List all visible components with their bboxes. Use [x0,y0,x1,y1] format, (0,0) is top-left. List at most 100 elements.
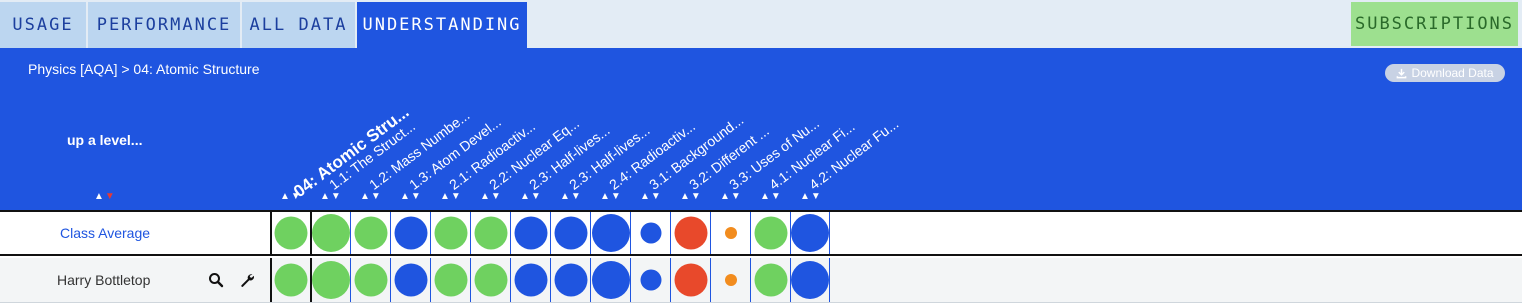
sort-down-icon[interactable]: ▼ [411,191,422,202]
sort-up-icon[interactable]: ▲ [280,191,291,202]
sort-up-icon[interactable]: ▲ [480,191,491,202]
column-sort-control[interactable]: ▲▼ [440,191,462,202]
understanding-dot-green[interactable] [474,263,507,297]
tab-usage[interactable]: USAGE [0,2,86,48]
understanding-dot-blue[interactable] [554,263,587,297]
understanding-dot-green[interactable] [354,263,387,297]
sort-up-icon[interactable]: ▲ [760,191,771,202]
understanding-dot-blue[interactable] [591,214,630,252]
grid-cell [550,212,590,254]
grid-cell [790,258,830,302]
column-sort-control[interactable]: ▲▼ [680,191,702,202]
wrench-icon[interactable] [239,272,255,288]
grid-cell [750,212,790,254]
sort-down-icon[interactable]: ▼ [491,191,502,202]
grid-cell [350,258,390,302]
understanding-dot-green[interactable] [434,216,467,250]
sort-down-icon[interactable]: ▼ [771,191,782,202]
understanding-dot-blue[interactable] [514,216,547,250]
download-icon [1397,68,1407,78]
name-sort-control[interactable]: ▲▼ [94,191,116,202]
sort-down-icon[interactable]: ▼ [105,191,116,202]
understanding-dot-blue[interactable] [554,216,587,250]
column-sort-control[interactable]: ▲▼ [760,191,782,202]
sort-up-icon[interactable]: ▲ [680,191,691,202]
table-row: Class Average [0,210,1522,256]
understanding-dot-blue[interactable] [791,261,829,299]
column-sort-control[interactable]: ▲▼ [600,191,622,202]
understanding-dot-red[interactable] [674,263,707,297]
grid-cell [590,258,630,302]
sort-down-icon[interactable]: ▼ [571,191,582,202]
sort-up-icon[interactable]: ▲ [400,191,411,202]
sort-down-icon[interactable]: ▼ [611,191,622,202]
sort-up-icon[interactable]: ▲ [800,191,811,202]
understanding-dot-green[interactable] [274,216,308,250]
sort-up-icon[interactable]: ▲ [640,191,651,202]
search-icon[interactable] [208,272,224,288]
sort-down-icon[interactable]: ▼ [531,191,542,202]
sort-up-icon[interactable]: ▲ [440,191,451,202]
download-data-button[interactable]: Download Data [1385,64,1505,82]
sort-up-icon[interactable]: ▲ [520,191,531,202]
understanding-dot-blue[interactable] [791,214,829,252]
grid-cell [430,212,470,254]
understanding-dot-red[interactable] [674,216,707,250]
understanding-dot-green[interactable] [354,216,387,250]
grid-cell [310,258,350,302]
understanding-dot-blue[interactable] [591,261,630,299]
column-sort-control[interactable]: ▲▼ [720,191,742,202]
sort-down-icon[interactable]: ▼ [331,191,342,202]
up-a-level-link[interactable]: up a level... [67,132,142,148]
understanding-dot-green[interactable] [474,216,507,250]
grid-cell [390,212,430,254]
understanding-dot-green[interactable] [274,263,308,297]
grid-cell [470,212,510,254]
sort-down-icon[interactable]: ▼ [451,191,462,202]
sort-down-icon[interactable]: ▼ [291,191,302,202]
sort-up-icon[interactable]: ▲ [360,191,371,202]
understanding-dot-blue[interactable] [394,216,427,250]
sort-up-icon[interactable]: ▲ [94,191,105,202]
tab-understanding[interactable]: UNDERSTANDING [357,2,527,48]
column-sort-control[interactable]: ▲▼ [520,191,542,202]
grid-cell [790,212,830,254]
understanding-dot-orange[interactable] [724,227,737,239]
subscriptions-button[interactable]: SUBSCRIPTIONS [1351,2,1518,46]
column-sort-control[interactable]: ▲▼ [400,191,422,202]
column-sort-control[interactable]: ▲▼ [360,191,382,202]
sort-up-icon[interactable]: ▲ [320,191,331,202]
column-sort-control[interactable]: ▲▼ [560,191,582,202]
understanding-dot-blue[interactable] [514,263,547,297]
understanding-dot-green[interactable] [312,261,350,299]
understanding-dot-blue[interactable] [394,263,427,297]
tab-performance[interactable]: PERFORMANCE [88,2,240,48]
understanding-dot-green[interactable] [754,263,787,297]
sort-up-icon[interactable]: ▲ [560,191,571,202]
sort-down-icon[interactable]: ▼ [731,191,742,202]
tab-all-data[interactable]: ALL DATA [242,2,355,48]
column-sort-control[interactable]: ▲▼ [800,191,822,202]
understanding-dot-green[interactable] [312,214,350,252]
class-average-link[interactable]: Class Average [60,212,150,254]
sort-up-icon[interactable]: ▲ [600,191,611,202]
grid-cell [710,212,750,254]
sort-down-icon[interactable]: ▼ [691,191,702,202]
column-sort-control[interactable]: ▲▼ [320,191,342,202]
grid-cell [350,212,390,254]
understanding-dot-orange[interactable] [724,274,737,286]
sort-up-icon[interactable]: ▲ [720,191,731,202]
understanding-dot-blue[interactable] [640,269,661,291]
sort-down-icon[interactable]: ▼ [651,191,662,202]
sort-down-icon[interactable]: ▼ [811,191,822,202]
understanding-dot-green[interactable] [754,216,787,250]
understanding-dot-green[interactable] [434,263,467,297]
grid-cell [310,212,350,254]
understanding-dot-blue[interactable] [640,222,661,244]
grid-cell [270,258,310,302]
column-sort-control[interactable]: ▲▼ [280,191,302,202]
grid-cell [630,258,670,302]
column-sort-control[interactable]: ▲▼ [640,191,662,202]
column-sort-control[interactable]: ▲▼ [480,191,502,202]
sort-down-icon[interactable]: ▼ [371,191,382,202]
